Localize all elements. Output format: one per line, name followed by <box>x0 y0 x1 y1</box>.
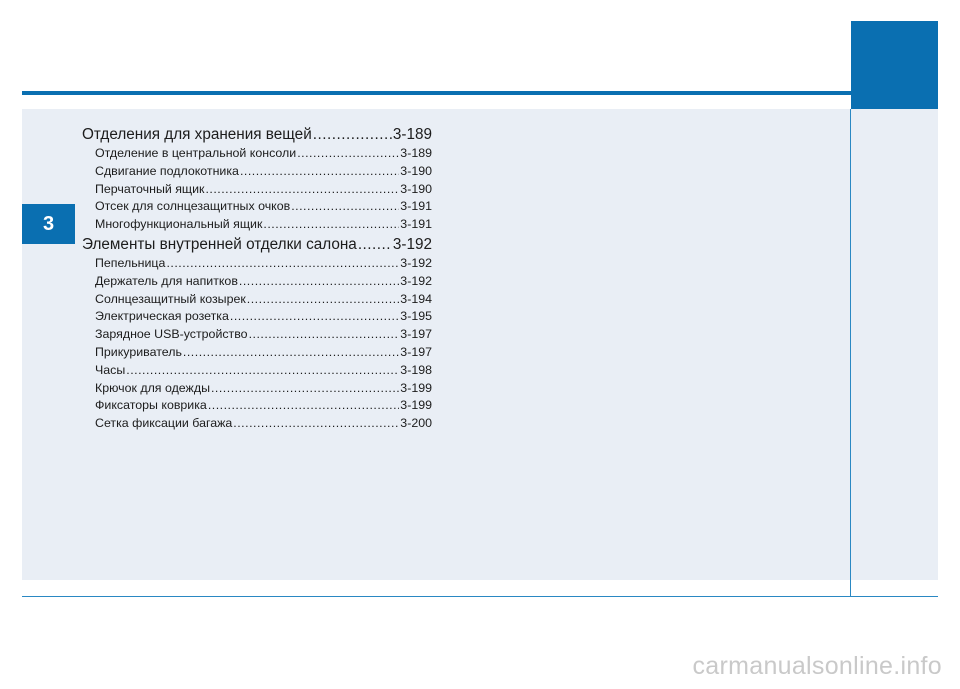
toc-item-usb-charger[interactable]: Зарядное USB-устройство 3-197 <box>82 326 432 344</box>
chapter-number: 3 <box>42 212 55 235</box>
watermark-text: carmanualsonline.info <box>692 652 942 680</box>
dot-leader <box>249 326 400 344</box>
toc-entry-title: Держатель для напитков <box>95 273 238 288</box>
toc-entry-title: Отсек для солнцезащитных очков <box>95 199 291 214</box>
margin-divider <box>850 109 851 596</box>
dot-leader <box>183 344 399 362</box>
toc-entry-title: Отделения для хранения вещей <box>82 126 312 143</box>
dot-leader <box>313 124 392 145</box>
toc-entry-title: Прикуриватель <box>95 344 182 359</box>
dot-leader <box>230 308 399 326</box>
toc-entry-page: 3-192 <box>400 273 432 288</box>
toc-entry-title: Пепельница <box>95 255 166 270</box>
toc-entry-title: Зарядное USB-устройство <box>95 327 248 342</box>
toc-item-clock[interactable]: Часы 3-198 <box>82 362 432 380</box>
corner-accent-block <box>851 21 938 109</box>
toc-item-luggage-net[interactable]: Сетка фиксации багажа 3-200 <box>82 415 432 433</box>
toc-entry-page: 3-189 <box>400 146 432 160</box>
toc-item-sunvisor[interactable]: Солнцезащитный козырек 3-194 <box>82 291 432 309</box>
toc-entry-title: Крючок для одежды <box>95 380 210 395</box>
dot-leader <box>239 273 399 291</box>
toc-section-storage[interactable]: Отделения для хранения вещей 3-189 <box>82 124 432 145</box>
toc-entry-title: Сдвигание подлокотника <box>95 163 239 178</box>
toc-entry-page: 3-190 <box>400 163 432 178</box>
toc-entry-page: 3-192 <box>400 255 432 270</box>
toc-item-floor-mat-anchor[interactable]: Фиксаторы коврика 3-199 <box>82 397 432 415</box>
toc-entry-page: 3-197 <box>400 344 432 359</box>
toc-item-power-outlet[interactable]: Электрическая розетка 3-195 <box>82 308 432 326</box>
header-rule <box>22 91 851 95</box>
toc-entry-page: 3-192 <box>392 235 432 253</box>
toc-entry-title: Сетка фиксации багажа <box>95 416 233 431</box>
toc-entry-page: 3-191 <box>400 199 432 214</box>
toc-entry-page: 3-194 <box>400 291 432 306</box>
toc-entry-title: Электрическая розетка <box>95 309 229 324</box>
dot-leader <box>126 362 399 380</box>
toc-entry-page: 3-198 <box>400 362 432 377</box>
toc-entry-title: Перчаточный ящик <box>95 181 205 196</box>
dot-leader <box>358 234 392 255</box>
toc-entry-title: Фиксаторы коврика <box>95 398 207 413</box>
dot-leader <box>263 216 399 234</box>
toc-item-multi-box[interactable]: Многофункциональный ящик 3-191 <box>82 216 432 234</box>
dot-leader <box>208 397 399 415</box>
toc-entry-page: 3-195 <box>400 309 432 324</box>
toc-entry-page: 3-199 <box>400 380 432 395</box>
toc-entry-page: 3-200 <box>400 416 432 431</box>
toc-entry-title: Многофункциональный ящик <box>95 217 263 232</box>
dot-leader <box>205 181 399 199</box>
toc-entry-page: 3-189 <box>392 126 432 143</box>
toc-entry-title: Солнцезащитный козырек <box>95 291 246 306</box>
toc-item-cup-holder[interactable]: Держатель для напитков 3-192 <box>82 273 432 291</box>
toc-item-console-compartment[interactable]: Отделение в центральной консоли 3-189 <box>82 145 432 163</box>
toc-item-sliding-armrest[interactable]: Сдвигание подлокотника 3-190 <box>82 163 432 181</box>
dot-leader <box>247 291 400 309</box>
toc-item-cigarette-lighter[interactable]: Прикуриватель 3-197 <box>82 344 432 362</box>
chapter-tab[interactable]: 3 <box>22 204 75 244</box>
table-of-contents: Отделения для хранения вещей 3-189 Отдел… <box>82 124 432 433</box>
dot-leader <box>291 198 399 216</box>
toc-item-clothes-hanger[interactable]: Крючок для одежды 3-199 <box>82 380 432 398</box>
toc-entry-page: 3-199 <box>400 398 432 413</box>
toc-item-sunglass-holder[interactable]: Отсек для солнцезащитных очков 3-191 <box>82 198 432 216</box>
toc-item-ashtray[interactable]: Пепельница 3-192 <box>82 255 432 273</box>
dot-leader <box>166 255 399 273</box>
footer-rule <box>22 596 938 597</box>
dot-leader <box>297 145 399 163</box>
toc-entry-page: 3-191 <box>400 217 432 232</box>
toc-entry-title: Часы <box>95 362 126 377</box>
toc-section-interior-features[interactable]: Элементы внутренней отделки салона 3-192 <box>82 234 432 255</box>
toc-entry-title: Отделение в центральной консоли <box>95 146 297 160</box>
toc-entry-page: 3-197 <box>400 327 432 342</box>
toc-entry-page: 3-190 <box>400 181 432 196</box>
dot-leader <box>240 163 399 181</box>
toc-item-glove-box[interactable]: Перчаточный ящик 3-190 <box>82 181 432 199</box>
dot-leader <box>233 415 399 433</box>
dot-leader <box>211 380 399 398</box>
toc-entry-title: Элементы внутренней отделки салона <box>82 235 357 253</box>
